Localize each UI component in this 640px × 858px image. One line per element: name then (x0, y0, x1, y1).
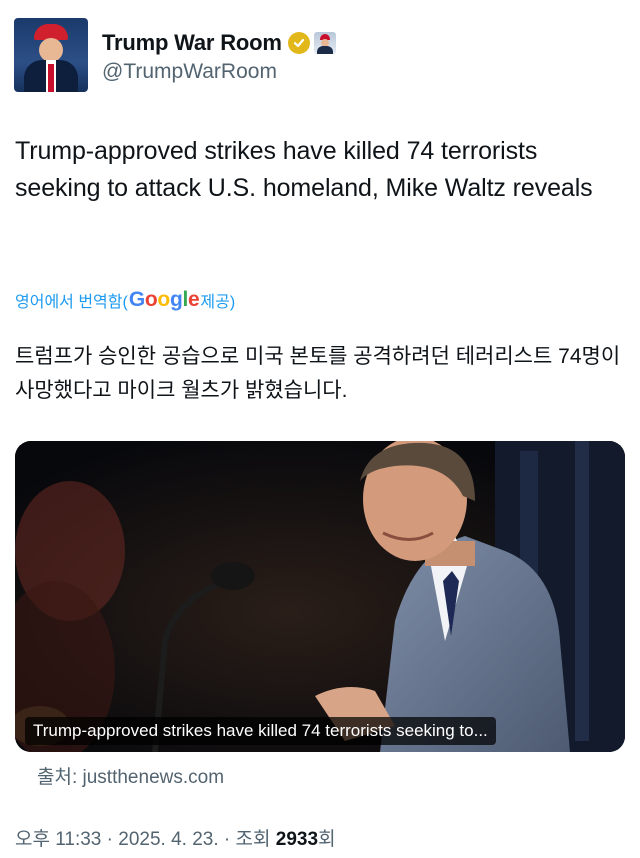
translation-label-suffix: 제공) (200, 294, 236, 311)
account-handle[interactable]: @TrumpWarRoom (102, 60, 277, 84)
meta-separator: · (101, 829, 119, 850)
display-name[interactable]: Trump War Room (102, 30, 282, 56)
tweet-meta: 오후 11:33 · 2025. 4. 23. · 조회 2933회 (15, 824, 336, 851)
translation-label-prefix: 영어에서 번역함( (15, 294, 128, 311)
avatar[interactable] (14, 18, 88, 92)
translated-text: 트럼프가 승인한 공습으로 미국 본토를 공격하려던 테러리스트 74명이 사망… (15, 345, 621, 402)
link-card-caption[interactable]: Trump-approved strikes have killed 74 te… (25, 717, 496, 745)
affiliate-badge-icon[interactable] (313, 32, 336, 54)
tweet-header: Trump War Room @TrumpWarRoom (14, 18, 626, 96)
meta-separator-2: · (218, 829, 236, 850)
translation-attribution[interactable]: 영어에서 번역함( Google 제공) (15, 288, 235, 312)
views-suffix: 회 (318, 829, 336, 850)
views-count[interactable]: 2933 (276, 829, 318, 850)
link-card-image (15, 441, 625, 752)
link-source[interactable]: 출처: justthenews.com (37, 762, 224, 789)
tweet-text: Trump-approved strikes have killed 74 te… (15, 137, 593, 202)
views-prefix: 조회 (235, 829, 276, 850)
tweet-time[interactable]: 오후 11:33 (15, 829, 101, 850)
tweet-date[interactable]: 2025. 4. 23. (118, 829, 218, 850)
name-row: Trump War Room (102, 30, 336, 56)
link-card[interactable]: Trump-approved strikes have killed 74 te… (15, 441, 625, 752)
google-logo: Google (128, 288, 200, 311)
avatar-tie (48, 64, 54, 92)
verified-badge-icon[interactable] (287, 32, 310, 54)
avatar-face (39, 38, 63, 62)
